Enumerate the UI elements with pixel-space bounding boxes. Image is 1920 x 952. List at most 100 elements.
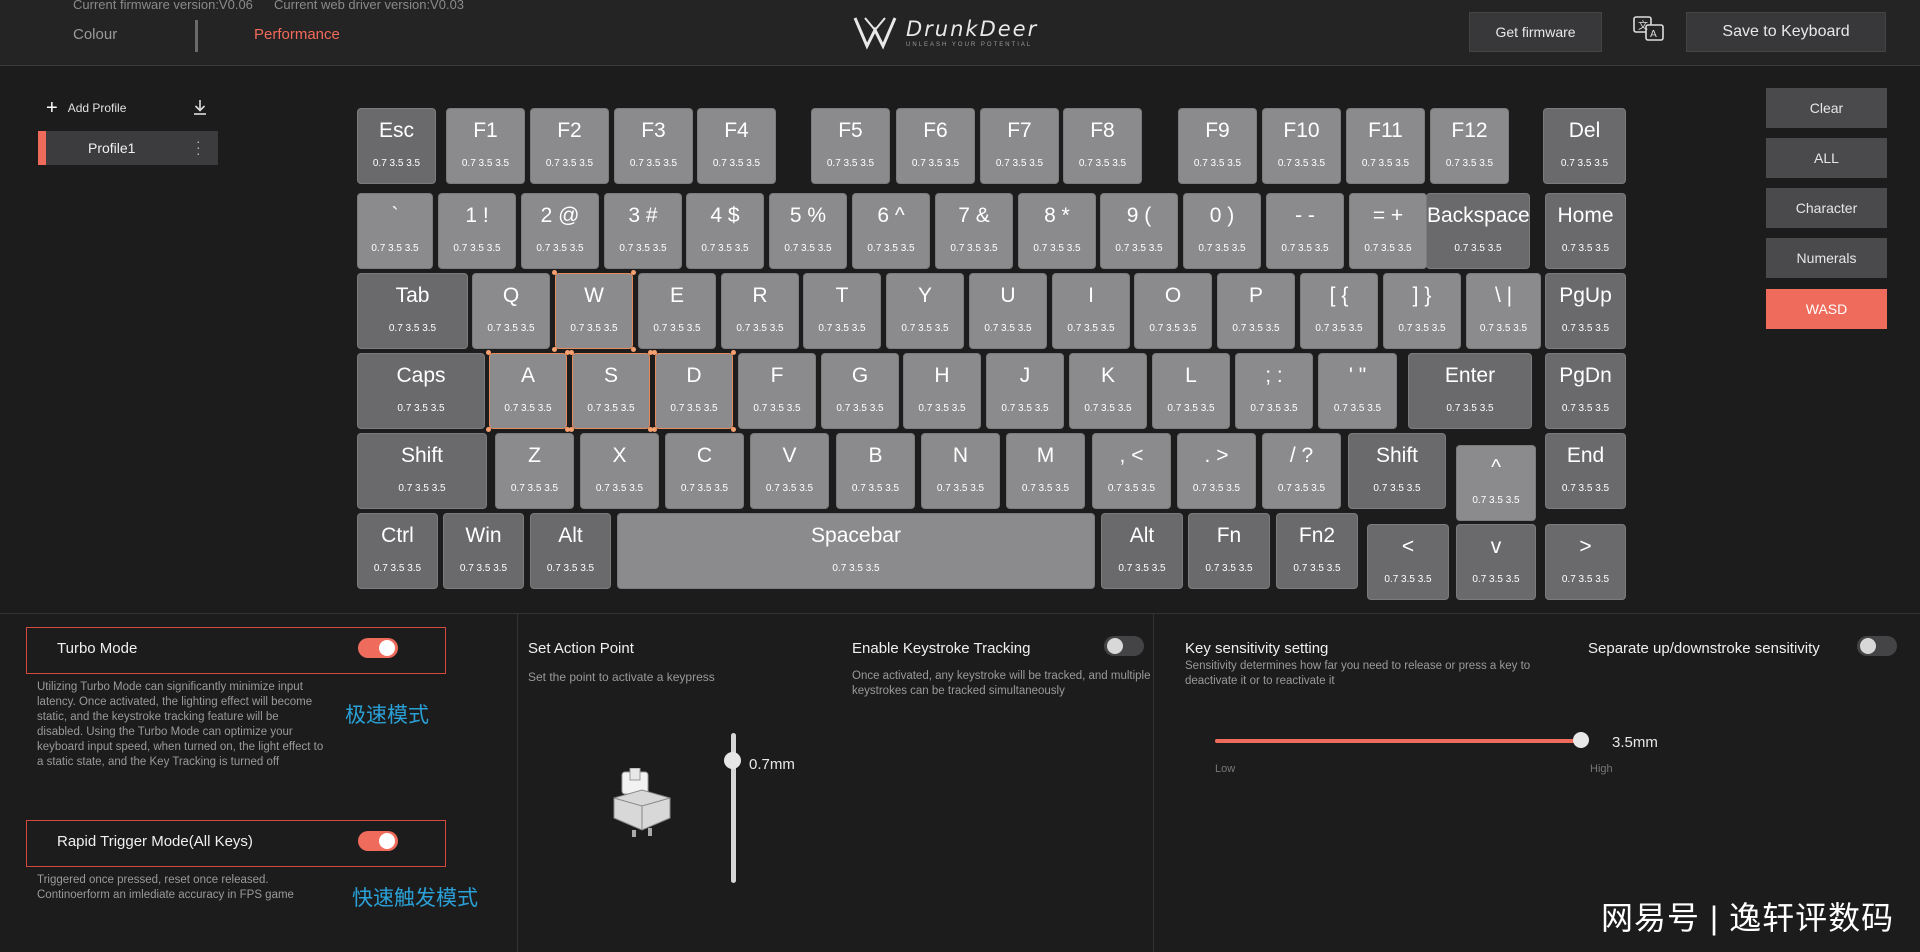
key-4[interactable]: 4 $ 0.7 3.5 3.5 <box>686 193 764 269</box>
key-alt[interactable]: Alt 0.7 3.5 3.5 <box>1101 513 1183 589</box>
key-shift[interactable]: Shift 0.7 3.5 3.5 <box>1348 433 1446 509</box>
key-symbol[interactable]: ` 0.7 3.5 3.5 <box>357 193 433 269</box>
key-f9[interactable]: F9 0.7 3.5 3.5 <box>1178 108 1257 184</box>
key-spacebar[interactable]: Spacebar 0.7 3.5 3.5 <box>617 513 1095 589</box>
turbo-mode-toggle[interactable] <box>358 638 398 658</box>
key-symbol[interactable]: = + 0.7 3.5 3.5 <box>1349 193 1427 269</box>
key-ctrl[interactable]: Ctrl 0.7 3.5 3.5 <box>357 513 438 589</box>
key-p[interactable]: P 0.7 3.5 3.5 <box>1217 273 1295 349</box>
key-end[interactable]: End 0.7 3.5 3.5 <box>1545 433 1626 509</box>
key-f10[interactable]: F10 0.7 3.5 3.5 <box>1262 108 1341 184</box>
key-7[interactable]: 7 & 0.7 3.5 3.5 <box>935 193 1013 269</box>
key-q[interactable]: Q 0.7 3.5 3.5 <box>472 273 550 349</box>
key-caps[interactable]: Caps 0.7 3.5 3.5 <box>357 353 485 429</box>
key-symbol[interactable]: ' " 0.7 3.5 3.5 <box>1318 353 1397 429</box>
key-alt[interactable]: Alt 0.7 3.5 3.5 <box>530 513 611 589</box>
tab-performance[interactable]: Performance <box>254 26 340 43</box>
key-n[interactable]: N 0.7 3.5 3.5 <box>921 433 1000 509</box>
key-backspace[interactable]: Backspace 0.7 3.5 3.5 <box>1426 193 1530 269</box>
key-i[interactable]: I 0.7 3.5 3.5 <box>1052 273 1130 349</box>
key-f1[interactable]: F1 0.7 3.5 3.5 <box>446 108 525 184</box>
key-f8[interactable]: F8 0.7 3.5 3.5 <box>1063 108 1142 184</box>
key-8[interactable]: 8 * 0.7 3.5 3.5 <box>1018 193 1096 269</box>
key-tab[interactable]: Tab 0.7 3.5 3.5 <box>357 273 468 349</box>
profile-item[interactable]: Profile1 · · · <box>38 131 218 165</box>
rapid-trigger-toggle[interactable] <box>358 831 398 851</box>
key-d[interactable]: D 0.7 3.5 3.5 <box>655 353 733 429</box>
key-win[interactable]: Win 0.7 3.5 3.5 <box>443 513 524 589</box>
select-wasd-button[interactable]: WASD <box>1766 289 1887 329</box>
key-f6[interactable]: F6 0.7 3.5 3.5 <box>896 108 975 184</box>
key-f2[interactable]: F2 0.7 3.5 3.5 <box>530 108 609 184</box>
key-c[interactable]: C 0.7 3.5 3.5 <box>665 433 744 509</box>
clear-button[interactable]: Clear <box>1766 88 1887 128</box>
key-f4[interactable]: F4 0.7 3.5 3.5 <box>697 108 776 184</box>
sensitivity-slider-track[interactable] <box>1215 739 1583 743</box>
key-f12[interactable]: F12 0.7 3.5 3.5 <box>1430 108 1509 184</box>
key-s[interactable]: S 0.7 3.5 3.5 <box>572 353 650 429</box>
key-f[interactable]: F 0.7 3.5 3.5 <box>738 353 816 429</box>
key-y[interactable]: Y 0.7 3.5 3.5 <box>886 273 964 349</box>
key-f7[interactable]: F7 0.7 3.5 3.5 <box>980 108 1059 184</box>
key-5[interactable]: 5 % 0.7 3.5 3.5 <box>769 193 847 269</box>
key-v[interactable]: V 0.7 3.5 3.5 <box>750 433 829 509</box>
key-j[interactable]: J 0.7 3.5 3.5 <box>986 353 1064 429</box>
key-symbol[interactable]: \ | 0.7 3.5 3.5 <box>1466 273 1541 349</box>
key-symbol[interactable]: , < 0.7 3.5 3.5 <box>1092 433 1171 509</box>
key-enter[interactable]: Enter 0.7 3.5 3.5 <box>1408 353 1532 429</box>
key-b[interactable]: B 0.7 3.5 3.5 <box>836 433 915 509</box>
key-shift[interactable]: Shift 0.7 3.5 3.5 <box>357 433 487 509</box>
key-1[interactable]: 1 ! 0.7 3.5 3.5 <box>438 193 516 269</box>
keystroke-tracking-toggle[interactable] <box>1104 636 1144 656</box>
key-symbol[interactable]: . > 0.7 3.5 3.5 <box>1177 433 1256 509</box>
key-v[interactable]: v 0.7 3.5 3.5 <box>1456 524 1536 600</box>
key-g[interactable]: G 0.7 3.5 3.5 <box>821 353 899 429</box>
get-firmware-button[interactable]: Get firmware <box>1469 12 1602 52</box>
key-o[interactable]: O 0.7 3.5 3.5 <box>1134 273 1212 349</box>
key-m[interactable]: M 0.7 3.5 3.5 <box>1006 433 1085 509</box>
key-symbol[interactable]: ; : 0.7 3.5 3.5 <box>1235 353 1313 429</box>
add-profile-button[interactable]: + Add Profile <box>46 98 126 118</box>
key-w[interactable]: W 0.7 3.5 3.5 <box>555 273 633 349</box>
key-symbol[interactable]: / ? 0.7 3.5 3.5 <box>1262 433 1341 509</box>
key-u[interactable]: U 0.7 3.5 3.5 <box>969 273 1047 349</box>
key-fn[interactable]: Fn 0.7 3.5 3.5 <box>1188 513 1270 589</box>
key-t[interactable]: T 0.7 3.5 3.5 <box>803 273 881 349</box>
language-icon[interactable]: 文 A <box>1632 14 1666 44</box>
key-3[interactable]: 3 # 0.7 3.5 3.5 <box>604 193 682 269</box>
key-symbol[interactable]: ] } 0.7 3.5 3.5 <box>1383 273 1461 349</box>
key-symbol[interactable]: [ {0.7 3.5 3.5 <box>1300 273 1378 349</box>
key-9[interactable]: 9 (0.7 3.5 3.5 <box>1100 193 1178 269</box>
save-to-keyboard-button[interactable]: Save to Keyboard <box>1686 12 1886 52</box>
key-x[interactable]: X 0.7 3.5 3.5 <box>580 433 659 509</box>
separate-sensitivity-toggle[interactable] <box>1857 636 1897 656</box>
key-6[interactable]: 6 ^ 0.7 3.5 3.5 <box>852 193 930 269</box>
key-0[interactable]: 0 ) 0.7 3.5 3.5 <box>1183 193 1261 269</box>
key-symbol[interactable]: <0.7 3.5 3.5 <box>1367 524 1449 600</box>
key-f5[interactable]: F5 0.7 3.5 3.5 <box>811 108 890 184</box>
key-home[interactable]: Home 0.7 3.5 3.5 <box>1545 193 1626 269</box>
key-a[interactable]: A 0.7 3.5 3.5 <box>489 353 567 429</box>
key-del[interactable]: Del 0.7 3.5 3.5 <box>1543 108 1626 184</box>
key-l[interactable]: L 0.7 3.5 3.5 <box>1152 353 1230 429</box>
key-pgup[interactable]: PgUp 0.7 3.5 3.5 <box>1545 273 1626 349</box>
key-esc[interactable]: Esc 0.7 3.5 3.5 <box>357 108 436 184</box>
key-2[interactable]: 2 @ 0.7 3.5 3.5 <box>521 193 599 269</box>
select-numerals-button[interactable]: Numerals <box>1766 238 1887 278</box>
tab-colour[interactable]: Colour <box>73 26 117 43</box>
action-point-slider-handle[interactable] <box>724 752 741 769</box>
sensitivity-slider-handle[interactable] <box>1573 732 1589 748</box>
select-character-button[interactable]: Character <box>1766 188 1887 228</box>
download-icon[interactable] <box>192 99 208 117</box>
key-r[interactable]: R 0.7 3.5 3.5 <box>721 273 799 349</box>
key-symbol[interactable]: - - 0.7 3.5 3.5 <box>1266 193 1344 269</box>
select-all-button[interactable]: ALL <box>1766 138 1887 178</box>
key-fn2[interactable]: Fn2 0.7 3.5 3.5 <box>1276 513 1358 589</box>
key-pgdn[interactable]: PgDn 0.7 3.5 3.5 <box>1545 353 1626 429</box>
key-e[interactable]: E 0.7 3.5 3.5 <box>638 273 716 349</box>
key-symbol[interactable]: ^ 0.7 3.5 3.5 <box>1456 445 1536 521</box>
key-z[interactable]: Z 0.7 3.5 3.5 <box>495 433 574 509</box>
key-k[interactable]: K 0.7 3.5 3.5 <box>1069 353 1147 429</box>
more-vertical-icon[interactable]: · · · <box>196 134 201 160</box>
key-f3[interactable]: F3 0.7 3.5 3.5 <box>614 108 693 184</box>
